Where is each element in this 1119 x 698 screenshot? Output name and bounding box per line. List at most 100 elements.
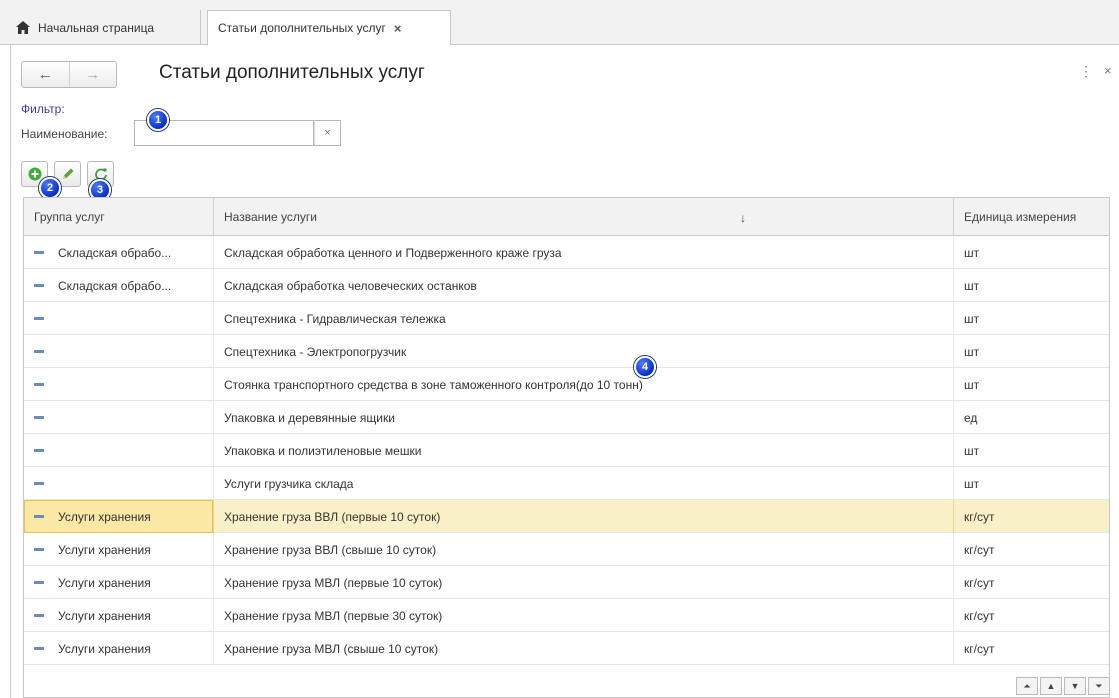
services-table: Группа услуг Название услуги ↓ Единица и…	[23, 197, 1110, 698]
tab-active-label: Статьи дополнительных услуг	[218, 21, 386, 35]
cell-unit[interactable]: кг/сут	[954, 500, 1109, 533]
table-row[interactable]: Упаковка и деревянные ящики ед	[24, 401, 1109, 434]
table-row[interactable]: Спецтехника - Электропогрузчик шт	[24, 335, 1109, 368]
marker-2: 2	[39, 177, 61, 199]
group-text: Услуги хранения	[58, 641, 151, 656]
cell-group[interactable]: Услуги хранения	[24, 632, 214, 665]
cell-group[interactable]	[24, 335, 214, 368]
dash-icon	[34, 416, 44, 419]
cell-group[interactable]	[24, 368, 214, 401]
table-row[interactable]: Стоянка транспортного средства в зоне та…	[24, 368, 1109, 401]
cell-unit[interactable]: шт	[954, 236, 1109, 269]
cell-group[interactable]: Услуги хранения	[24, 533, 214, 566]
cell-unit[interactable]: кг/сут	[954, 599, 1109, 632]
name-label: Наименование:	[21, 127, 108, 141]
cell-group[interactable]	[24, 401, 214, 434]
add-icon	[28, 167, 41, 181]
cell-unit[interactable]: ед	[954, 401, 1109, 434]
scroll-down-button[interactable]: ▼	[1064, 677, 1086, 695]
sort-down-icon: ↓	[740, 211, 746, 225]
table-row[interactable]: Складская обрабо... Складская обработка ц…	[24, 236, 1109, 269]
more-icon[interactable]: ⋮	[1079, 63, 1093, 80]
cell-service-name[interactable]: Хранение груза МВЛ (свыше 10 суток)	[214, 632, 954, 665]
close-tab-icon[interactable]: ×	[394, 21, 402, 36]
cell-service-name[interactable]: Услуги грузчика склада	[214, 467, 954, 500]
cell-unit[interactable]: шт	[954, 269, 1109, 302]
column-header-group[interactable]: Группа услуг	[24, 198, 214, 236]
cell-service-name[interactable]: Хранение груза ВВЛ (свыше 10 суток)	[214, 533, 954, 566]
group-text: Услуги хранения	[58, 509, 151, 524]
table-row[interactable]: Услуги хранения Хранение груза МВЛ (первы…	[24, 566, 1109, 599]
tab-home-label: Начальная страница	[38, 20, 155, 35]
cell-group[interactable]	[24, 434, 214, 467]
group-text: Услуги хранения	[58, 608, 151, 623]
dash-icon	[34, 284, 44, 287]
cell-unit[interactable]: шт	[954, 335, 1109, 368]
dash-icon	[34, 251, 44, 254]
cell-unit[interactable]: шт	[954, 302, 1109, 335]
dash-icon	[34, 647, 44, 650]
table-row[interactable]: Спецтехника - Гидравлическая тележка шт	[24, 302, 1109, 335]
dash-icon	[34, 482, 44, 485]
cell-unit[interactable]: шт	[954, 467, 1109, 500]
table-header: Группа услуг Название услуги ↓ Единица и…	[24, 198, 1109, 236]
cell-service-name[interactable]: Складская обработка ценного и Подверженн…	[214, 236, 954, 269]
dash-icon	[34, 317, 44, 320]
cell-service-name[interactable]: Упаковка и деревянные ящики	[214, 401, 954, 434]
cell-unit[interactable]: кг/сут	[954, 632, 1109, 665]
home-icon	[16, 21, 30, 34]
cell-unit[interactable]: кг/сут	[954, 533, 1109, 566]
column-header-name[interactable]: Название услуги	[214, 198, 954, 236]
cell-group[interactable]	[24, 302, 214, 335]
filter-label[interactable]: Фильтр:	[21, 102, 65, 116]
pencil-icon	[62, 168, 73, 179]
scroll-last-button[interactable]: ⏷	[1088, 677, 1110, 695]
dash-icon	[34, 548, 44, 551]
dash-icon	[34, 515, 44, 518]
close-form-icon[interactable]: ×	[1104, 63, 1112, 78]
cell-group[interactable]: Складская обрабо...	[24, 236, 214, 269]
scroll-first-button[interactable]: ⏶	[1016, 677, 1038, 695]
scroll-up-button[interactable]: ▲	[1040, 677, 1062, 695]
group-text: Складская обрабо...	[58, 245, 172, 260]
clear-filter-button[interactable]: ×	[314, 120, 341, 146]
marker-1: 1	[147, 109, 169, 131]
tab-home[interactable]: Начальная страница	[6, 10, 201, 45]
table-row[interactable]: Услуги грузчика склада шт	[24, 467, 1109, 500]
table-row[interactable]: Услуги хранения Хранение груза МВЛ (свыше…	[24, 632, 1109, 665]
cell-unit[interactable]: шт	[954, 368, 1109, 401]
table-row[interactable]: Услуги хранения Хранение груза ВВЛ (первы…	[24, 500, 1109, 533]
group-text: Услуги хранения	[58, 575, 151, 590]
cell-group[interactable]: Услуги хранения	[24, 599, 214, 632]
cell-group[interactable]: Складская обрабо...	[24, 269, 214, 302]
cell-unit[interactable]: шт	[954, 434, 1109, 467]
cell-service-name[interactable]: Хранение груза ВВЛ (первые 10 суток)	[214, 500, 954, 533]
cell-service-name[interactable]: Упаковка и полиэтиленовые мешки	[214, 434, 954, 467]
cell-service-name[interactable]: Хранение груза МВЛ (первые 10 суток)	[214, 566, 954, 599]
table-row[interactable]: Услуги хранения Хранение груза МВЛ (первы…	[24, 599, 1109, 632]
form-frame: ← → Статьи дополнительных услуг ⋮ × Филь…	[10, 45, 1119, 698]
cell-service-name[interactable]: Спецтехника - Электропогрузчик	[214, 335, 954, 368]
dash-icon	[34, 383, 44, 386]
table-row[interactable]: Упаковка и полиэтиленовые мешки шт	[24, 434, 1109, 467]
cell-group[interactable]: Услуги хранения	[24, 500, 214, 533]
cell-group[interactable]	[24, 467, 214, 500]
forward-button[interactable]: →	[68, 62, 117, 87]
cell-unit[interactable]: кг/сут	[954, 566, 1109, 599]
tab-strip: Начальная страница Статьи дополнительных…	[0, 0, 1119, 46]
cell-group[interactable]: Услуги хранения	[24, 566, 214, 599]
cell-service-name[interactable]: Складская обработка человеческих останко…	[214, 269, 954, 302]
dash-icon	[34, 449, 44, 452]
group-text: Складская обрабо...	[58, 278, 172, 293]
dash-icon	[34, 581, 44, 584]
page-title: Статьи дополнительных услуг	[159, 62, 425, 83]
marker-4: 4	[634, 356, 656, 378]
table-row[interactable]: Услуги хранения Хранение груза ВВЛ (свыше…	[24, 533, 1109, 566]
table-row[interactable]: Складская обрабо... Складская обработка ч…	[24, 269, 1109, 302]
cell-service-name[interactable]: Спецтехника - Гидравлическая тележка	[214, 302, 954, 335]
tab-additional-services[interactable]: Статьи дополнительных услуг ×	[207, 10, 451, 46]
back-button[interactable]: ←	[22, 62, 69, 87]
column-header-unit[interactable]: Единица измерения	[954, 198, 1109, 236]
cell-service-name[interactable]: Хранение груза МВЛ (первые 30 суток)	[214, 599, 954, 632]
cell-service-name[interactable]: Стоянка транспортного средства в зоне та…	[214, 368, 954, 401]
